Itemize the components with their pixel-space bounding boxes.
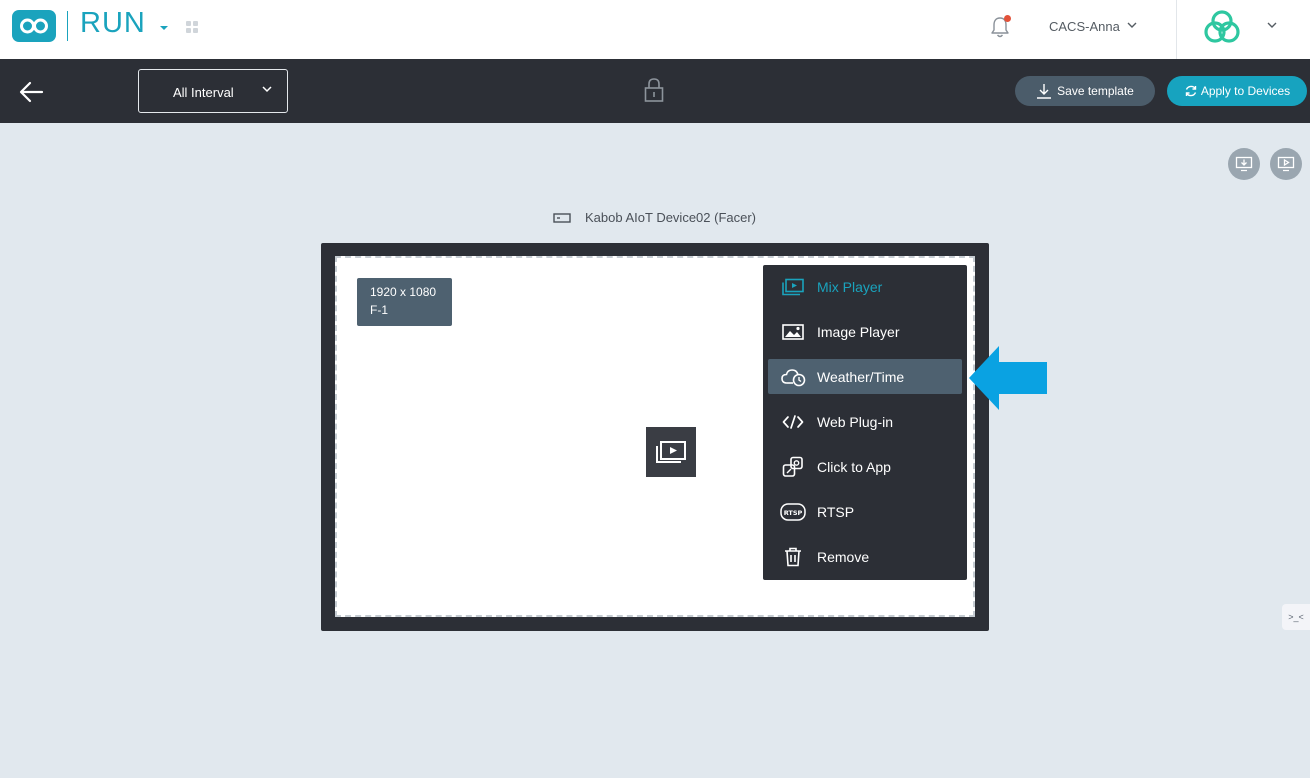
trash-icon	[780, 546, 806, 568]
code-icon	[780, 411, 806, 433]
menu-item-mix-player[interactable]: Mix Player	[768, 269, 962, 304]
mix-player-icon	[656, 441, 686, 463]
import-template-button[interactable]	[1228, 148, 1260, 180]
top-bar: RUN CACS-Anna	[0, 0, 1310, 59]
apply-to-devices-label: Apply to Devices	[1200, 84, 1291, 98]
menu-item-remove[interactable]: Remove	[768, 539, 962, 574]
weather-time-icon	[780, 366, 806, 388]
header-divider	[1176, 0, 1177, 59]
widget-context-menu: Mix Player Image Player Weather/Time Web…	[763, 265, 967, 580]
device-label: Kabob AIoT Device02 (Facer)	[553, 210, 756, 225]
user-menu-name[interactable]: CACS-Anna	[1049, 19, 1120, 34]
save-template-label: Save template	[1057, 84, 1134, 98]
back-arrow-icon[interactable]	[18, 80, 44, 104]
logo-separator	[67, 11, 68, 41]
menu-item-label: Remove	[817, 548, 870, 565]
side-panel-toggle[interactable]: >_<	[1282, 604, 1310, 630]
menu-item-label: Mix Player	[817, 278, 883, 295]
chevron-down-icon	[262, 86, 272, 93]
zone-info-badge: 1920 x 1080 F-1	[357, 278, 452, 326]
menu-item-image-player[interactable]: Image Player	[768, 314, 962, 349]
svg-text:RTSP: RTSP	[784, 509, 803, 517]
monitor-play-icon	[1277, 156, 1295, 172]
notification-badge	[1004, 15, 1011, 22]
interval-value: All Interval	[173, 85, 234, 100]
apps-grid-icon[interactable]	[186, 21, 199, 34]
editor-toolbar: All Interval Save template Apply to Devi…	[0, 59, 1310, 123]
image-icon	[780, 321, 806, 343]
zone-frame-id: F-1	[370, 303, 388, 317]
click-app-icon	[780, 456, 806, 478]
apply-to-devices-button[interactable]: Apply to Devices	[1167, 76, 1307, 106]
annotation-arrow-icon	[969, 346, 1047, 410]
menu-item-label: RTSP	[817, 503, 855, 520]
chevron-down-icon[interactable]	[1126, 19, 1138, 31]
infinity-icon	[20, 18, 48, 34]
preview-screen-button[interactable]	[1270, 148, 1302, 180]
interval-select[interactable]: All Interval	[138, 69, 288, 113]
menu-item-web-plugin[interactable]: Web Plug-in	[768, 404, 962, 439]
menu-item-rtsp[interactable]: RTSP RTSP	[768, 494, 962, 529]
menu-item-weather-time[interactable]: Weather/Time	[768, 359, 962, 394]
chevron-down-icon[interactable]	[1266, 19, 1278, 31]
app-name[interactable]: RUN	[80, 7, 146, 40]
menu-item-label: Web Plug-in	[817, 413, 894, 430]
app-switch-caret-icon[interactable]	[160, 26, 168, 30]
sync-icon	[1185, 85, 1197, 97]
menu-item-label: Weather/Time	[817, 368, 905, 385]
zone-media-placeholder[interactable]	[646, 427, 696, 477]
menu-item-label: Click to App	[817, 458, 891, 475]
mix-player-icon	[780, 276, 806, 298]
device-screen-icon	[553, 212, 571, 223]
side-tab-label: >_<	[1288, 612, 1304, 622]
brand-logo-icon[interactable]	[1201, 8, 1243, 46]
save-template-button[interactable]: Save template	[1015, 76, 1155, 106]
download-icon	[1037, 84, 1052, 99]
app-logo[interactable]	[12, 10, 56, 42]
zone-resolution: 1920 x 1080	[370, 285, 437, 299]
menu-item-click-to-app[interactable]: Click to App	[768, 449, 962, 484]
lock-icon[interactable]	[643, 76, 665, 104]
rtsp-icon: RTSP	[780, 501, 806, 523]
monitor-download-icon	[1235, 156, 1253, 172]
device-name: Kabob AIoT Device02 (Facer)	[585, 210, 757, 225]
menu-item-label: Image Player	[817, 323, 900, 340]
